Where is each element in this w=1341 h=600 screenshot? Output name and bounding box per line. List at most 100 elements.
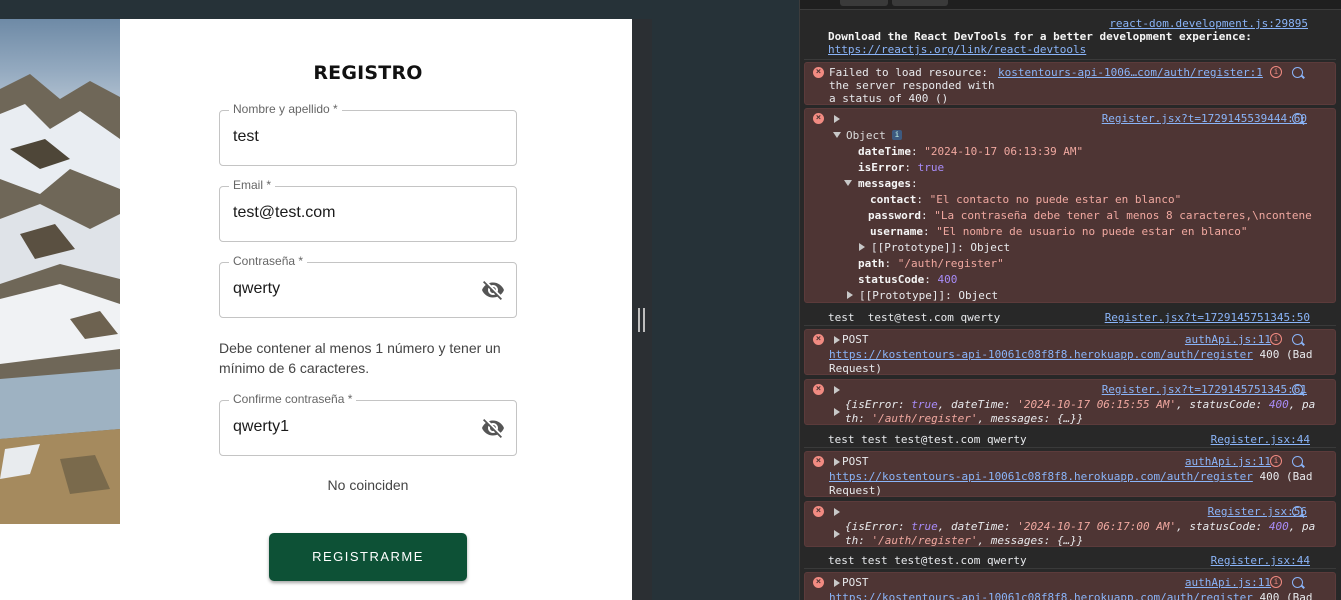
console-error: × Register.jsx?t=1729145751345:61 {isErr… xyxy=(804,379,1336,425)
prop-value: "2024-10-17 06:13:39 AM" xyxy=(924,145,1084,158)
error-icon: × xyxy=(813,506,824,517)
console-source-link[interactable]: react-dom.development.js:29895 xyxy=(1109,17,1308,30)
prop-key: username xyxy=(870,225,923,238)
console-text: test test@test.com qwerty xyxy=(828,311,1001,324)
error-icon: × xyxy=(813,384,824,395)
search-icon[interactable] xyxy=(1292,456,1303,467)
prop-value: "La contraseña debe tener al menos 8 car… xyxy=(934,209,1312,222)
console-log: test test test@test.com qwerty Register.… xyxy=(804,551,1336,569)
prop-value: 400 xyxy=(937,273,958,286)
console-error: × Register.jsx:56 {isError: true, dateTi… xyxy=(804,501,1336,547)
console-log: test test@test.com qwerty Register.jsx?t… xyxy=(804,308,1336,326)
prop-value: "/auth/register" xyxy=(897,257,1004,270)
console-source-link[interactable]: Register.jsx:44 xyxy=(1211,554,1310,567)
resize-handle-icon[interactable] xyxy=(638,308,645,332)
console-text: Failed to load resource: xyxy=(829,66,995,79)
prop-key: path xyxy=(858,257,885,270)
email-field[interactable]: Email * xyxy=(219,178,517,242)
prop-value: "El nombre de usuario no puede estar en … xyxy=(936,225,1248,238)
console-text: a status of 400 () xyxy=(829,92,949,105)
password-field-label: Contraseña * xyxy=(229,254,308,268)
react-devtools-link[interactable]: https://reactjs.org/link/react-devtools xyxy=(828,43,1086,56)
search-icon[interactable] xyxy=(1292,113,1303,124)
error-icon: × xyxy=(813,577,824,588)
console-source-link[interactable]: authApi.js:11 xyxy=(1185,333,1271,346)
request-url-link[interactable]: https://kostentours-api-10061c08f8f8.her… xyxy=(829,470,1253,483)
expand-icon[interactable] xyxy=(834,458,840,466)
collapse-icon[interactable] xyxy=(844,180,852,186)
console-text: Download the React DevTools for a better… xyxy=(828,30,1252,43)
request-url-link[interactable]: https://kostentours-api-10061c08f8f8.her… xyxy=(829,348,1253,361)
console-source-link[interactable]: authApi.js:11 xyxy=(1185,576,1271,589)
prop-value: true xyxy=(917,161,945,174)
devtools-console: react-dom.development.js:29895 Download … xyxy=(799,0,1341,600)
expand-icon[interactable] xyxy=(834,336,840,344)
eye-off-icon[interactable] xyxy=(480,416,506,440)
expand-icon[interactable] xyxy=(859,243,865,251)
devtools-tab-strip xyxy=(800,0,1341,10)
console-source-link[interactable]: Register.jsx:44 xyxy=(1211,433,1310,446)
error-icon: × xyxy=(813,456,824,467)
app-viewport: REGISTRO Nombre y apellido * Email * Con… xyxy=(0,0,799,600)
insight-icon[interactable]: i xyxy=(1270,576,1282,588)
console-text: Request) xyxy=(829,484,882,497)
confirm-password-field-label: Confirme contraseña * xyxy=(229,392,357,406)
info-icon[interactable]: i xyxy=(892,130,902,140)
confirm-password-input[interactable] xyxy=(233,418,473,436)
error-icon: × xyxy=(813,334,824,345)
console-text: test test test@test.com qwerty xyxy=(828,433,1027,446)
email-input[interactable] xyxy=(233,204,473,222)
insight-icon[interactable]: i xyxy=(1270,455,1282,467)
search-icon[interactable] xyxy=(1292,577,1303,588)
expand-icon[interactable] xyxy=(834,508,840,516)
console-source-link[interactable]: authApi.js:11 xyxy=(1185,455,1271,468)
console-error-object: × Register.jsx?t=1729145539444:60 Object… xyxy=(804,108,1336,303)
console-error: × POST authApi.js:11 i https://kostentou… xyxy=(804,329,1336,375)
prop-key: statusCode xyxy=(858,273,925,286)
console-error: × POST authApi.js:11 i https://kostentou… xyxy=(804,451,1336,497)
search-icon[interactable] xyxy=(1292,67,1303,78)
confirm-password-field[interactable]: Confirme contraseña * xyxy=(219,392,517,456)
expand-icon[interactable] xyxy=(834,408,840,416)
prop-key: contact xyxy=(870,193,917,206)
prop-key: [[Prototype]] xyxy=(859,289,946,302)
expand-icon[interactable] xyxy=(834,530,840,538)
console-text: the server responded with xyxy=(829,79,995,92)
mountain-photo xyxy=(0,19,120,524)
expand-icon[interactable] xyxy=(847,291,853,299)
search-icon[interactable] xyxy=(1292,384,1303,395)
name-field-label: Nombre y apellido * xyxy=(229,102,342,116)
object-label: Object xyxy=(846,129,886,142)
console-error: × Failed to load resource: kostentours-a… xyxy=(804,62,1336,105)
expand-icon[interactable] xyxy=(834,115,840,123)
http-method: POST xyxy=(842,455,869,468)
request-url-link[interactable]: https://kostentours-api-10061c08f8f8.her… xyxy=(829,591,1253,600)
register-submit-button[interactable]: REGISTRARME xyxy=(269,533,467,581)
insight-icon[interactable]: i xyxy=(1270,333,1282,345)
http-method: POST xyxy=(842,333,869,346)
page-background xyxy=(0,524,120,600)
search-icon[interactable] xyxy=(1292,334,1303,345)
prop-value: "El contacto no puede estar en blanco" xyxy=(929,193,1182,206)
eye-off-icon[interactable] xyxy=(480,278,506,302)
password-hint: Debe contener al menos 1 número y tener … xyxy=(219,340,501,376)
name-input[interactable] xyxy=(233,128,473,146)
password-field[interactable]: Contraseña * xyxy=(219,254,517,318)
search-icon[interactable] xyxy=(1292,506,1303,517)
password-input[interactable] xyxy=(233,280,473,298)
insight-icon[interactable]: i xyxy=(1270,66,1282,78)
expand-icon[interactable] xyxy=(834,386,840,394)
console-text: test test test@test.com qwerty xyxy=(828,554,1027,567)
console-source-link[interactable]: Register.jsx?t=1729145539444:60 xyxy=(1102,112,1307,125)
prop-key: messages xyxy=(858,177,911,190)
expand-icon[interactable] xyxy=(834,579,840,587)
http-method: POST xyxy=(842,576,869,589)
form-title: REGISTRO xyxy=(313,62,423,84)
prop-key: dateTime xyxy=(858,145,911,158)
error-icon: × xyxy=(813,67,824,78)
name-field[interactable]: Nombre y apellido * xyxy=(219,102,517,166)
console-source-link[interactable]: Register.jsx?t=1729145751345:61 xyxy=(1102,383,1307,396)
resource-link[interactable]: kostentours-api-1006…com/auth/register:1 xyxy=(998,66,1263,79)
collapse-icon[interactable] xyxy=(833,132,841,138)
console-source-link[interactable]: Register.jsx?t=1729145751345:50 xyxy=(1105,311,1310,324)
